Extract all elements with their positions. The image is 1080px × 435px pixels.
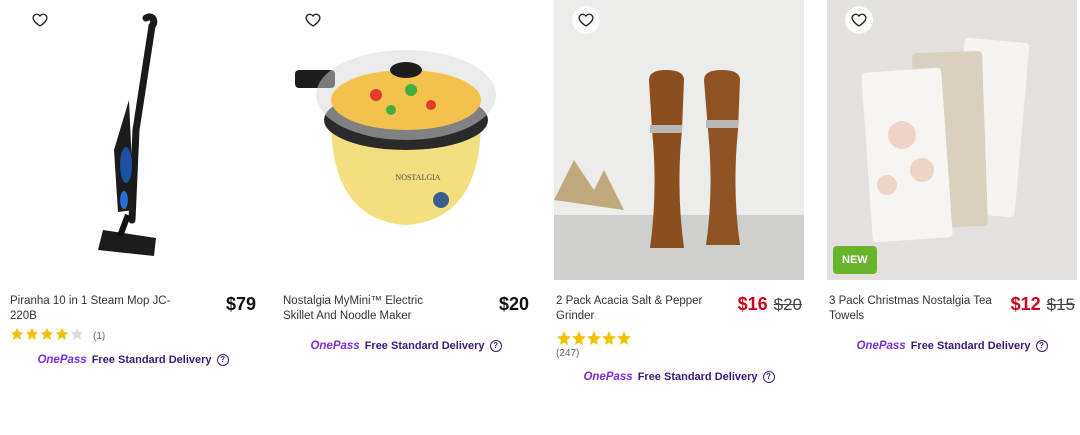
brand-text: NOSTALGIA — [395, 173, 440, 182]
price: $20 — [498, 294, 529, 314]
heart-outline-icon — [578, 13, 594, 27]
product-image[interactable]: NOSTALGIA — [281, 0, 531, 280]
product-title[interactable]: 2 Pack Acacia Salt & Pepper Grinder — [556, 294, 716, 324]
product-title[interactable]: Nostalgia MyMini™ Electric Skillet And N… — [283, 294, 453, 324]
product-grid: Piranha 10 in 1 Steam Mop JC-220B $79 (1… — [0, 0, 1080, 435]
onepass-delivery[interactable]: OnePass Free Standard Delivery ? — [554, 371, 804, 383]
tea-towels-image — [827, 0, 1077, 280]
onepass-delivery[interactable]: OnePass Free Standard Delivery ? — [281, 340, 531, 352]
was-price: $15 — [1046, 295, 1075, 314]
sale-price: $16 — [737, 294, 768, 314]
onepass-delivery[interactable]: OnePass Free Standard Delivery ? — [8, 354, 258, 366]
product-image[interactable] — [8, 0, 258, 280]
heart-outline-icon — [851, 13, 867, 27]
rating-count: (247) — [556, 348, 580, 359]
favourite-button[interactable] — [26, 6, 54, 34]
delivery-text: Free Standard Delivery — [637, 371, 758, 383]
favourite-button[interactable] — [845, 6, 873, 34]
sale-price: $12 — [1010, 294, 1041, 314]
star-rating-icon — [11, 328, 83, 340]
new-badge: NEW — [833, 246, 877, 274]
product-card[interactable]: Piranha 10 in 1 Steam Mop JC-220B $79 (1… — [8, 0, 258, 366]
onepass-logo: OnePass — [583, 371, 633, 383]
product-card[interactable]: NOSTALGIA Nostalgia MyMini™ Electric Ski… — [281, 0, 531, 352]
heart-outline-icon — [32, 13, 48, 27]
info-icon[interactable]: ? — [1035, 340, 1048, 352]
rating-count: (1) — [93, 331, 106, 342]
product-image[interactable]: NEW — [827, 0, 1077, 280]
onepass-logo: OnePass — [310, 340, 360, 352]
product-image[interactable] — [554, 0, 804, 280]
was-price: $20 — [773, 295, 802, 314]
onepass-delivery[interactable]: OnePass Free Standard Delivery ? — [827, 340, 1077, 352]
onepass-logo: OnePass — [856, 340, 906, 352]
steam-mop-image — [98, 13, 158, 256]
delivery-text: Free Standard Delivery — [91, 354, 212, 366]
electric-skillet-image: NOSTALGIA — [295, 50, 496, 225]
info-icon[interactable]: ? — [489, 340, 502, 352]
delivery-text: Free Standard Delivery — [364, 340, 485, 352]
rating: (1) — [8, 327, 258, 346]
price: $79 — [225, 294, 256, 314]
onepass-logo: OnePass — [37, 354, 87, 366]
info-icon[interactable]: ? — [216, 354, 229, 366]
product-card[interactable]: 2 Pack Acacia Salt & Pepper Grinder $16 … — [554, 0, 804, 383]
star-rating-icon — [557, 331, 631, 345]
stars — [10, 327, 88, 346]
heart-outline-icon — [305, 13, 321, 27]
rating — [554, 330, 804, 346]
info-icon[interactable]: ? — [762, 371, 775, 383]
product-title[interactable]: Piranha 10 in 1 Steam Mop JC-220B — [10, 294, 180, 324]
product-title[interactable]: 3 Pack Christmas Nostalgia Tea Towels — [829, 294, 1004, 324]
delivery-text: Free Standard Delivery — [910, 340, 1031, 352]
favourite-button[interactable] — [572, 6, 600, 34]
favourite-button[interactable] — [299, 6, 327, 34]
product-card[interactable]: NEW 3 Pack Christmas Nostalgia Tea Towel… — [827, 0, 1077, 352]
salt-pepper-grinder-image — [554, 0, 804, 280]
